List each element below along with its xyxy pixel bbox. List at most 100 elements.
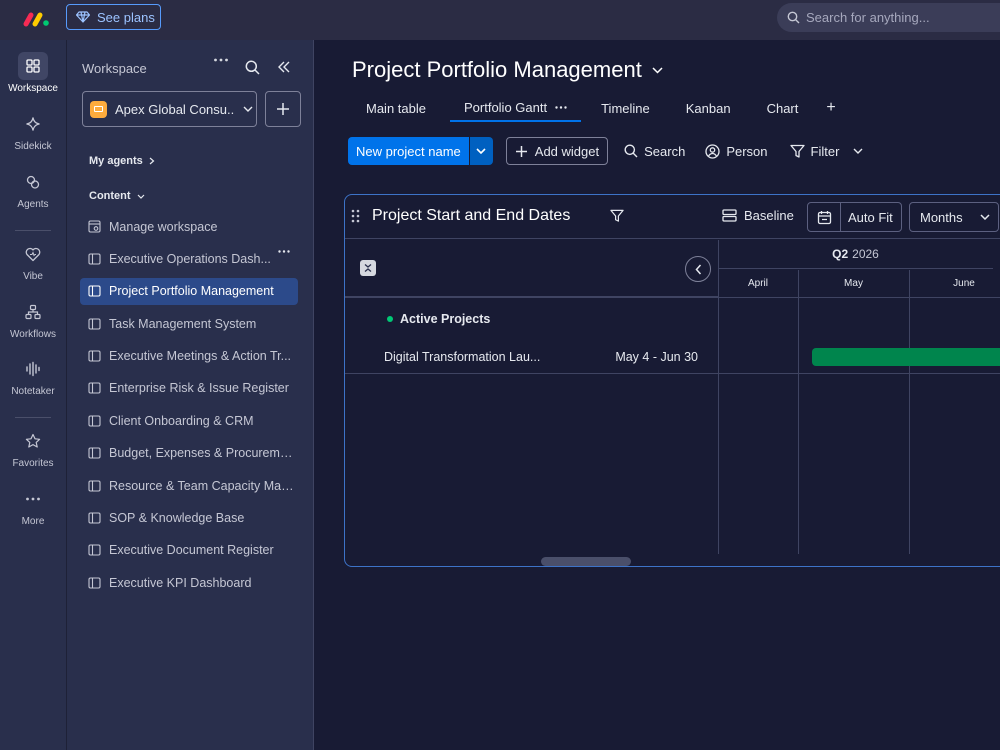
add-view-label: + xyxy=(826,99,836,116)
gantt-item-dates: May 4 - Jun 30 xyxy=(615,350,698,364)
add-view-button[interactable]: + xyxy=(812,94,849,122)
tab-main-table[interactable]: Main table xyxy=(352,94,440,122)
sidebar-item-board[interactable]: Task Management System xyxy=(80,310,298,337)
chevron-right-icon xyxy=(149,157,155,165)
sidebar-item-board[interactable]: Executive Operations Dash... xyxy=(80,245,298,272)
rail-item-sidekick[interactable]: Sidekick xyxy=(0,110,66,152)
rail-item-notetaker[interactable]: Notetaker xyxy=(0,355,66,397)
search-label: Search xyxy=(644,143,686,159)
sidebar-item-board[interactable]: Enterprise Risk & Issue Register xyxy=(80,375,298,402)
sidebar-item-board[interactable]: Client Onboarding & CRM xyxy=(80,407,298,434)
plus-icon xyxy=(515,145,528,158)
gantt-bar[interactable] xyxy=(812,348,1000,366)
app-rail: Workspace Sidekick Agents Vibe Workflows… xyxy=(0,40,66,750)
content-section-toggle[interactable]: Content xyxy=(89,190,145,202)
item-column-header xyxy=(345,240,718,297)
tab-portfolio-gantt[interactable]: Portfolio Gantt xyxy=(449,94,582,122)
main-area: Project Portfolio Management Main table … xyxy=(314,40,1000,750)
sidebar-item-label: Budget, Expenses & Procureme... xyxy=(109,446,295,461)
chevron-down-icon xyxy=(853,148,863,154)
sidebar-item-label: Executive Document Register xyxy=(109,543,274,558)
auto-fit-button[interactable]: Auto Fit xyxy=(841,210,893,225)
sidebar-item-label: Executive Meetings & Action Tr... xyxy=(109,349,292,364)
baseline-button[interactable]: Baseline xyxy=(722,208,794,223)
sidebar-item-board[interactable]: Executive Document Register xyxy=(80,537,298,564)
gantt-item-name[interactable]: Digital Transformation Lau... xyxy=(384,350,544,364)
chevron-down-icon xyxy=(243,106,253,112)
board-title-dropdown[interactable]: Project Portfolio Management xyxy=(352,57,663,83)
timescale-select[interactable]: Months xyxy=(909,202,999,232)
search-icon[interactable] xyxy=(245,60,260,75)
search-button[interactable]: Search xyxy=(624,144,685,159)
sidebar-item-label: Client Onboarding & CRM xyxy=(109,413,254,428)
sidebar-item-board[interactable]: Executive KPI Dashboard xyxy=(80,569,298,596)
my-agents-link[interactable]: My agents xyxy=(89,155,155,167)
diamond-icon xyxy=(76,11,90,23)
sidebar-item-board[interactable]: Executive Meetings & Action Tr... xyxy=(80,343,298,370)
quarter-header: Q2 2026 xyxy=(718,240,993,269)
tab-chart[interactable]: Chart xyxy=(753,94,813,122)
rail-item-more[interactable]: More xyxy=(0,485,66,527)
rail-item-label: Agents xyxy=(17,199,49,210)
workspace-selector[interactable]: Apex Global Consu... xyxy=(82,91,257,127)
new-item-label: New project name xyxy=(356,143,461,159)
tab-label: Kanban xyxy=(685,100,731,116)
board-icon xyxy=(88,512,101,524)
tab-options-icon[interactable] xyxy=(555,105,567,109)
rail-item-workspace[interactable]: Workspace xyxy=(0,52,66,94)
manage-workspace-icon xyxy=(88,220,101,233)
sidebar-item-board[interactable]: Budget, Expenses & Procureme... xyxy=(80,440,298,467)
rail-item-agents[interactable]: Agents xyxy=(0,168,66,210)
sidebar-item-board-active[interactable]: Project Portfolio Management xyxy=(80,277,298,305)
collapse-sidebar-icon[interactable] xyxy=(277,60,291,74)
content-label: Content xyxy=(89,190,131,202)
gantt-widget: Project Start and End Dates Baseline Aut… xyxy=(344,194,1000,567)
monday-logo[interactable] xyxy=(22,10,50,28)
month-header-april: April xyxy=(747,278,768,289)
view-tabs: Main table Portfolio Gantt Timeline Kanb… xyxy=(352,94,850,124)
workspace-badge-icon xyxy=(90,100,107,118)
tab-timeline[interactable]: Timeline xyxy=(587,94,664,122)
sidebar-item-label: Executive Operations Dash... xyxy=(109,251,271,266)
global-search-input[interactable]: Search for anything... xyxy=(777,3,1000,32)
sidebar-item-label: Project Portfolio Management xyxy=(109,284,274,299)
quarter-label: Q2 xyxy=(832,247,849,261)
star-icon xyxy=(18,427,48,455)
my-agents-label: My agents xyxy=(89,155,143,167)
board-icon xyxy=(88,382,101,395)
calendar-icon[interactable] xyxy=(808,203,841,231)
heart-icon xyxy=(18,240,48,268)
board-icon xyxy=(88,253,101,265)
tab-kanban[interactable]: Kanban xyxy=(672,94,745,122)
add-widget-button[interactable]: Add widget xyxy=(505,137,609,165)
sidebar-item-label: Task Management System xyxy=(109,316,257,331)
sidebar-item-board[interactable]: SOP & Knowledge Base xyxy=(80,505,298,532)
chevron-left-icon xyxy=(694,264,702,275)
agent-icon xyxy=(18,168,48,196)
sidebar-item-board[interactable]: Resource & Team Capacity Man... xyxy=(80,472,298,499)
more-options-icon[interactable] xyxy=(213,58,229,62)
global-search-placeholder: Search for anything... xyxy=(806,10,930,25)
filter-label: Filter xyxy=(810,143,840,159)
filter-icon[interactable] xyxy=(610,209,624,223)
add-item-button[interactable] xyxy=(265,91,301,127)
rail-item-workflows[interactable]: Workflows xyxy=(0,298,66,340)
filter-button[interactable]: Filter xyxy=(789,143,864,159)
drag-handle-icon[interactable] xyxy=(351,209,360,223)
see-plans-button[interactable]: See plans xyxy=(66,4,161,30)
person-filter-button[interactable]: Person xyxy=(705,144,768,159)
horizontal-scrollbar[interactable] xyxy=(541,557,631,566)
board-toolbar: New project name Add widget Search Perso… xyxy=(348,137,863,165)
sidebar-item-manage-workspace[interactable]: Manage workspace xyxy=(80,213,298,240)
new-item-button[interactable]: New project name xyxy=(348,137,469,165)
widget-title: Project Start and End Dates xyxy=(372,207,571,224)
auto-fit-control: Auto Fit xyxy=(807,202,902,232)
new-item-dropdown-button[interactable] xyxy=(468,137,493,165)
scroll-timeline-left-button[interactable] xyxy=(685,256,711,282)
group-header[interactable]: Active Projects xyxy=(387,312,490,326)
rail-item-vibe[interactable]: Vibe xyxy=(0,240,66,282)
expand-collapse-icon[interactable] xyxy=(360,260,376,276)
more-options-icon[interactable] xyxy=(278,250,290,254)
rail-item-label: Notetaker xyxy=(11,386,55,397)
rail-item-favorites[interactable]: Favorites xyxy=(0,427,66,469)
